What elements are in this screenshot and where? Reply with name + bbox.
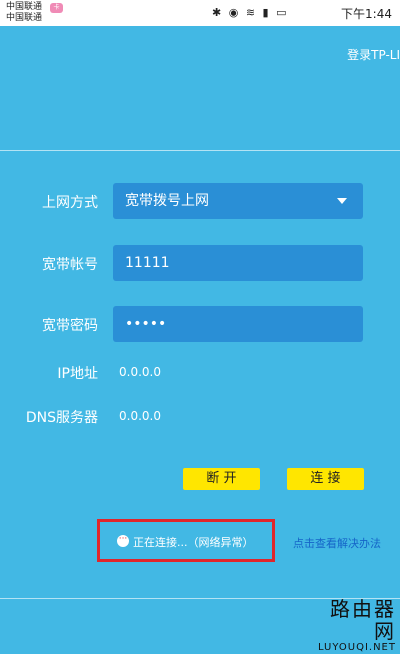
connection-status-highlight: ··· 正在连接...（网络异常） xyxy=(97,519,275,562)
more-icon: ··· xyxy=(117,535,129,547)
ip-label: IP地址 xyxy=(57,366,98,382)
watermark-logo: 路由器网 LUYOUQI.NET xyxy=(312,598,396,654)
password-label: 宽带密码 xyxy=(42,318,98,334)
account-label: 宽带帐号 xyxy=(42,257,98,273)
connection-status-text: 正在连接...（网络异常） xyxy=(133,536,254,549)
eye-icon: ◉ xyxy=(228,6,241,19)
bluetooth-icon: ✱ xyxy=(212,6,224,19)
dns-value: 0.0.0.0 xyxy=(119,409,161,423)
wifi-icon: ≋ xyxy=(245,6,258,19)
connect-button[interactable]: 连 接 xyxy=(287,468,364,490)
disconnect-button[interactable]: 断 开 xyxy=(183,468,260,490)
chevron-down-icon xyxy=(337,198,347,204)
status-bar: 中国联通 中国联通 卡 ✱ ◉ ≋ ▮ ▭ 下午1:44 xyxy=(0,0,400,26)
page-title: 登录TP-LI xyxy=(347,48,400,62)
ip-value: 0.0.0.0 xyxy=(119,365,161,379)
connection-type-label: 上网方式 xyxy=(42,195,98,211)
watermark-line1: 路由器网 xyxy=(330,597,396,643)
carrier-name-2: 中国联通 xyxy=(6,13,43,23)
account-input[interactable]: 11111 xyxy=(113,245,363,281)
connection-type-select[interactable]: 宽带拨号上网 xyxy=(113,183,363,219)
signal-icon: ▮ xyxy=(262,6,271,19)
carrier-name-1: 中国联通 xyxy=(6,2,43,12)
account-value: 11111 xyxy=(125,255,170,271)
carrier-badge: 卡 xyxy=(50,3,63,13)
dns-label: DNS服务器 xyxy=(25,410,98,426)
header-divider xyxy=(0,150,400,151)
password-input[interactable]: ••••• xyxy=(113,306,363,342)
password-value: ••••• xyxy=(125,316,167,332)
status-icons: ✱ ◉ ≋ ▮ ▭ xyxy=(212,6,289,19)
connection-type-value: 宽带拨号上网 xyxy=(125,193,209,209)
battery-icon: ▭ xyxy=(276,6,289,19)
help-link[interactable]: 点击查看解决办法 xyxy=(293,535,381,551)
watermark-line2: LUYOUQI.NET xyxy=(317,642,396,653)
status-time: 下午1:44 xyxy=(341,7,392,21)
